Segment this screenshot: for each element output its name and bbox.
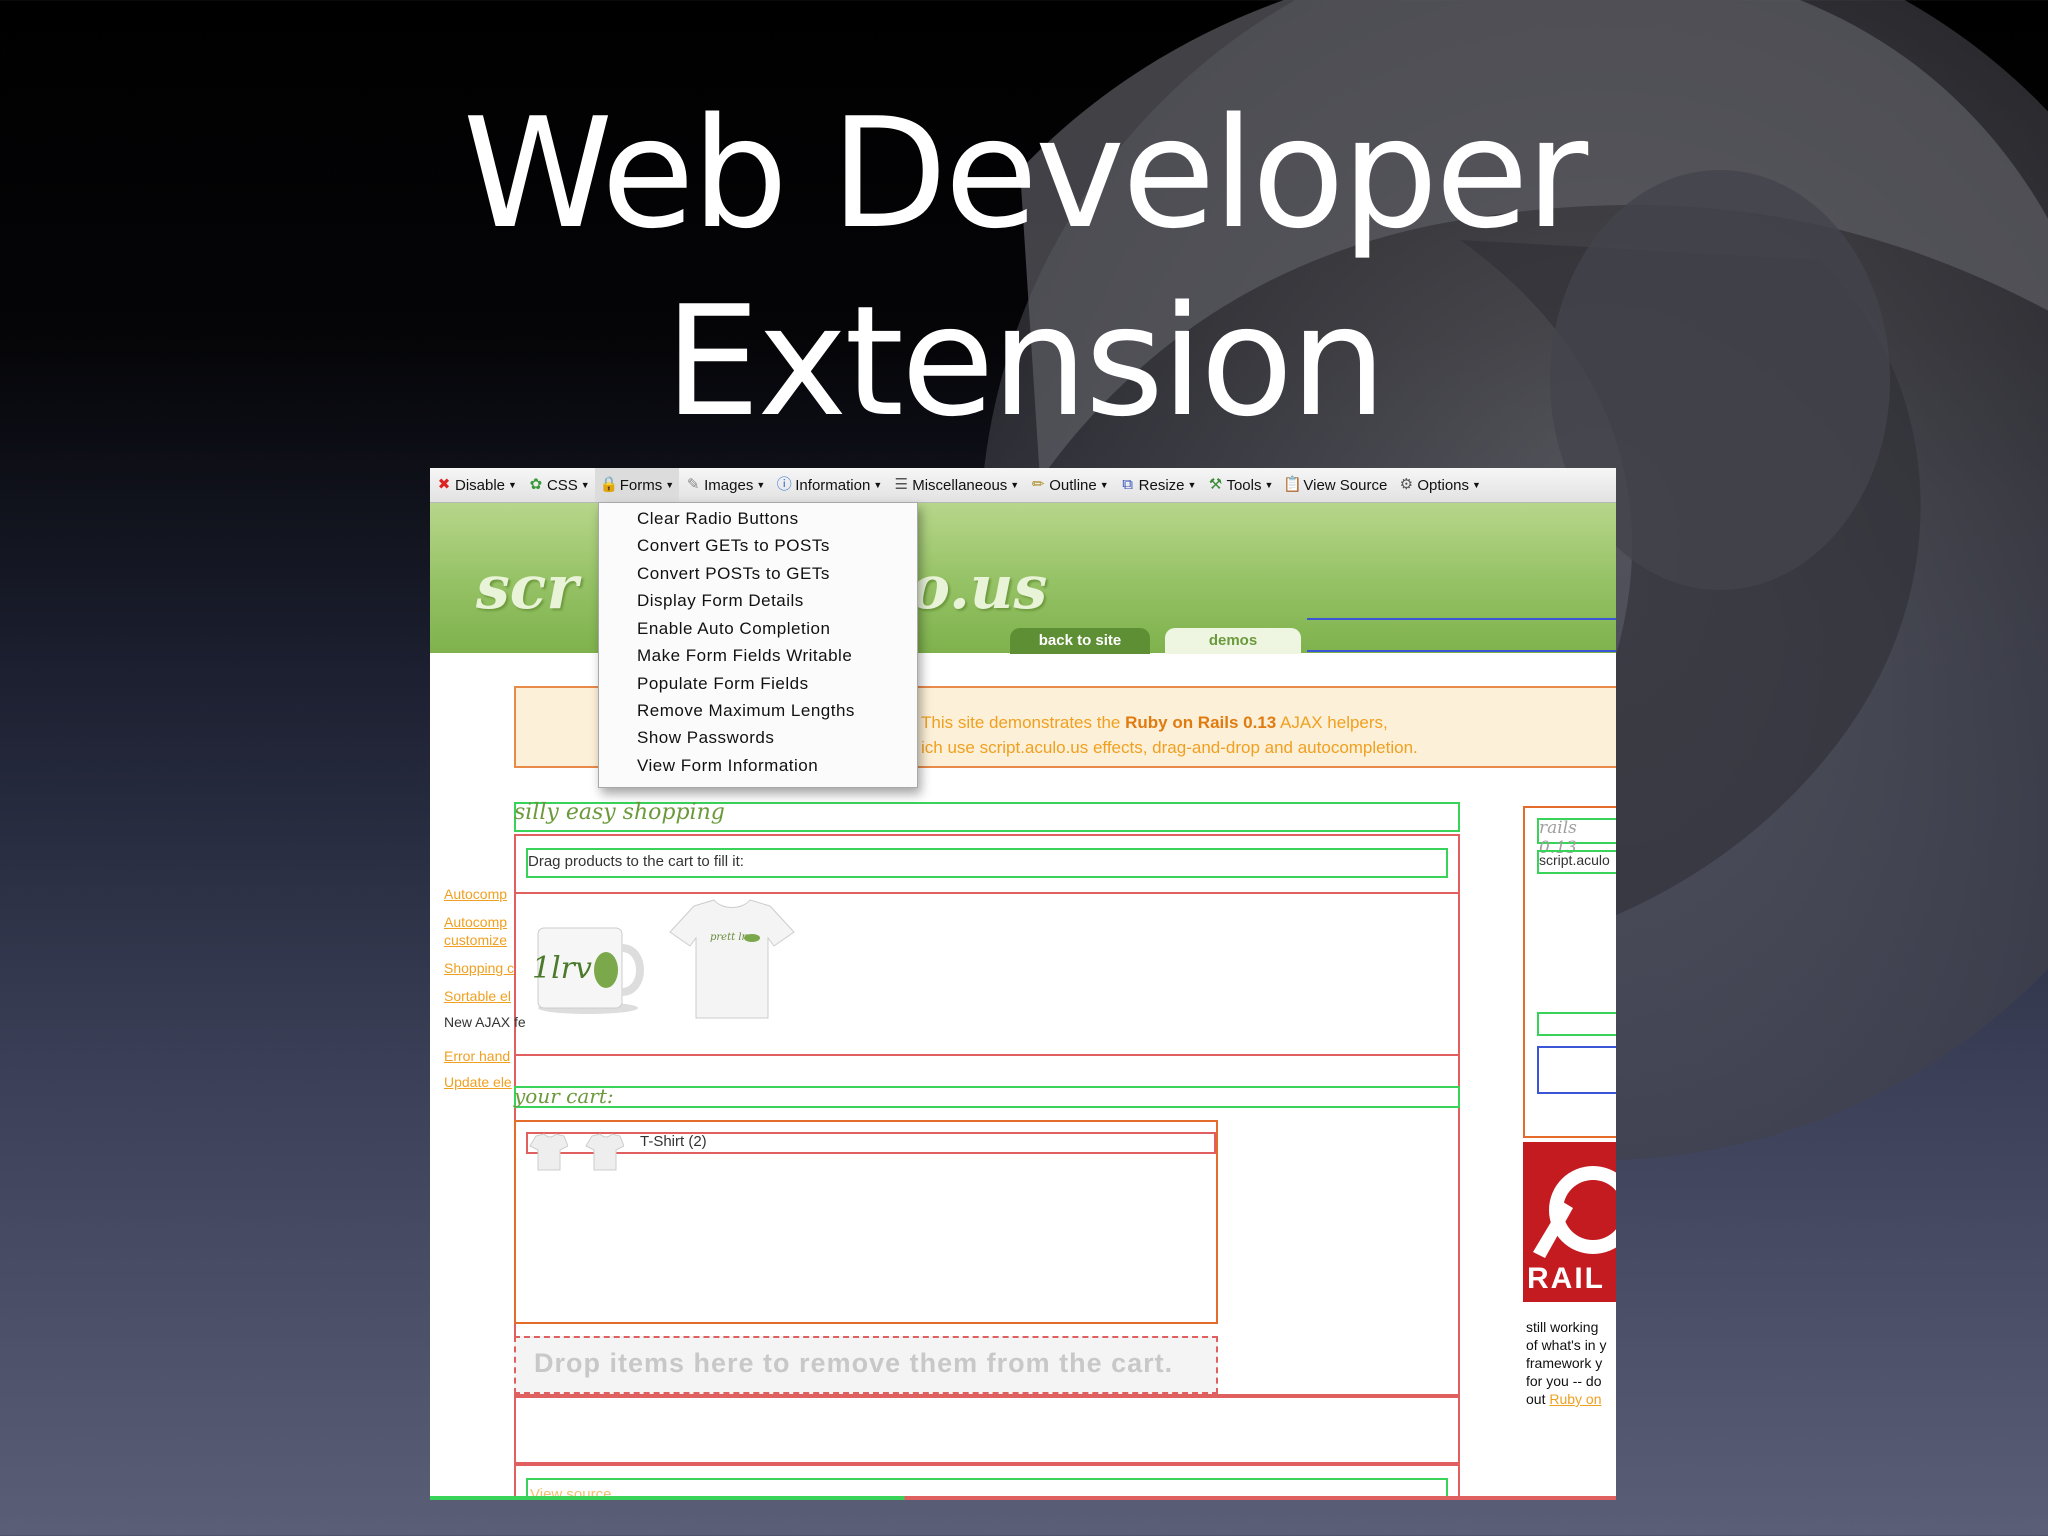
sidebar-link[interactable]: Autocomp [444, 914, 544, 930]
web-developer-toolbar: ✖ Disable ▼ ✿ CSS ▼ 🔒 Forms ▼ ✎ Images ▼ ⓘ Inform… [430, 468, 1616, 503]
tab-back-to-site[interactable]: back to site [1010, 628, 1150, 654]
sidebar-link[interactable]: customize [444, 932, 544, 948]
menu-item-show-passwords[interactable]: Show Passwords [637, 728, 774, 748]
slide-title-line-2: Extension [664, 273, 1386, 450]
forms-dropdown-menu: Clear Radio Buttons Convert GETs to POST… [598, 502, 918, 788]
site-logo-left: scr [476, 553, 578, 623]
disable-icon: ✖ [437, 476, 451, 493]
rails-logo-text: RAIL [1527, 1262, 1605, 1295]
ruby-on-rails-link[interactable]: Ruby on [1549, 1391, 1601, 1407]
tools-icon: ⚒ [1208, 476, 1223, 493]
toolbar-view-source-button[interactable]: 📋 View Source [1278, 468, 1392, 502]
sidebar-link[interactable]: Error hand [444, 1048, 544, 1064]
menu-item-populate-form-fields[interactable]: Populate Form Fields [637, 674, 809, 694]
toolbar-css-menu[interactable]: ✿ CSS ▼ [522, 468, 595, 502]
images-icon: ✎ [686, 476, 700, 493]
divider-line [514, 1394, 1460, 1398]
toolbar-disable-menu[interactable]: ✖ Disable ▼ [430, 468, 522, 502]
cart-tshirt-thumb [585, 1133, 624, 1171]
shop-title: silly easy shopping [514, 800, 725, 825]
bottom-outline [430, 1496, 1616, 1500]
menu-item-convert-posts-to-gets[interactable]: Convert POSTs to GETs [637, 564, 830, 584]
outline-icon: ✏ [1031, 476, 1045, 493]
banner-text: This site demonstrates the Ruby on Rails… [921, 713, 1418, 757]
rails-logo: RAIL [1523, 1142, 1616, 1302]
toolbar-tools-menu[interactable]: ⚒ Tools ▼ [1201, 468, 1278, 502]
rails-promo-text: still working of what's in y framework y… [1526, 1319, 1607, 1407]
css-icon: ✿ [529, 476, 543, 493]
menu-item-convert-gets-to-posts[interactable]: Convert GETs to POSTs [637, 536, 830, 556]
cart-item-label: T-Shirt (2) [640, 1133, 707, 1150]
options-icon: ⚙ [1399, 476, 1414, 493]
product-mug[interactable]: 1lrv [528, 908, 648, 1018]
slide-title-line-1: Web Developer [462, 85, 1588, 262]
divider-line [514, 1462, 1460, 1466]
sidebar-link[interactable]: Autocomp [444, 886, 544, 902]
menu-item-enable-auto-completion[interactable]: Enable Auto Completion [637, 619, 830, 639]
sidebar-subheading: script.aculo [1539, 852, 1610, 868]
tab-demos[interactable]: demos [1165, 628, 1301, 654]
forms-icon: 🔒 [599, 476, 619, 493]
product-tshirt[interactable]: prett lrv [664, 896, 800, 1026]
sidebar-highlight-box [1537, 1012, 1616, 1036]
sidebar-link[interactable]: Update ele [444, 1074, 544, 1090]
remove-drop-zone[interactable]: Drop items here to remove them from the … [514, 1336, 1218, 1394]
toolbar-outline-menu[interactable]: ✏ Outline ▼ [1024, 468, 1113, 502]
cart-tshirt-thumb [529, 1133, 568, 1171]
menu-item-view-form-information[interactable]: View Form Information [637, 756, 818, 776]
sidebar-link[interactable]: Shopping c [444, 960, 544, 976]
menu-item-display-form-details[interactable]: Display Form Details [637, 591, 804, 611]
menu-item-clear-radio-buttons[interactable]: Clear Radio Buttons [637, 509, 799, 529]
menu-item-remove-maximum-lengths[interactable]: Remove Maximum Lengths [637, 701, 855, 721]
browser-screenshot: ✖ Disable ▼ ✿ CSS ▼ 🔒 Forms ▼ ✎ Images ▼ ⓘ Inform… [430, 468, 1616, 1500]
cart-title-box [514, 1086, 1460, 1108]
sidebar-outline-box [1537, 1046, 1616, 1094]
cart-item-row [526, 1132, 1216, 1154]
toolbar-resize-menu[interactable]: ⧉ Resize ▼ [1114, 468, 1202, 502]
outline-line [1307, 650, 1616, 652]
toolbar-forms-menu[interactable]: 🔒 Forms ▼ [594, 468, 680, 502]
toolbar-images-menu[interactable]: ✎ Images ▼ [679, 468, 770, 502]
information-icon: ⓘ [776, 476, 792, 493]
sidebar-link[interactable]: New AJAX fe [444, 1014, 544, 1030]
toolbar-miscellaneous-menu[interactable]: ☰ Miscellaneous ▼ [887, 468, 1024, 502]
miscellaneous-icon: ☰ [894, 476, 908, 493]
products-box [514, 892, 1460, 1056]
view-source-icon: 📋 [1283, 476, 1303, 493]
resize-icon: ⧉ [1122, 476, 1134, 493]
drag-hint: Drag products to the cart to fill it: [528, 853, 744, 870]
toolbar-information-menu[interactable]: ⓘ Information ▼ [770, 468, 887, 502]
menu-item-make-form-fields-writable[interactable]: Make Form Fields Writable [637, 646, 852, 666]
site-logo-right: o.us [910, 553, 1048, 623]
toolbar-options-menu[interactable]: ⚙ Options ▼ [1392, 468, 1486, 502]
outline-line [1307, 618, 1616, 620]
sidebar-link[interactable]: Sortable el [444, 988, 544, 1004]
